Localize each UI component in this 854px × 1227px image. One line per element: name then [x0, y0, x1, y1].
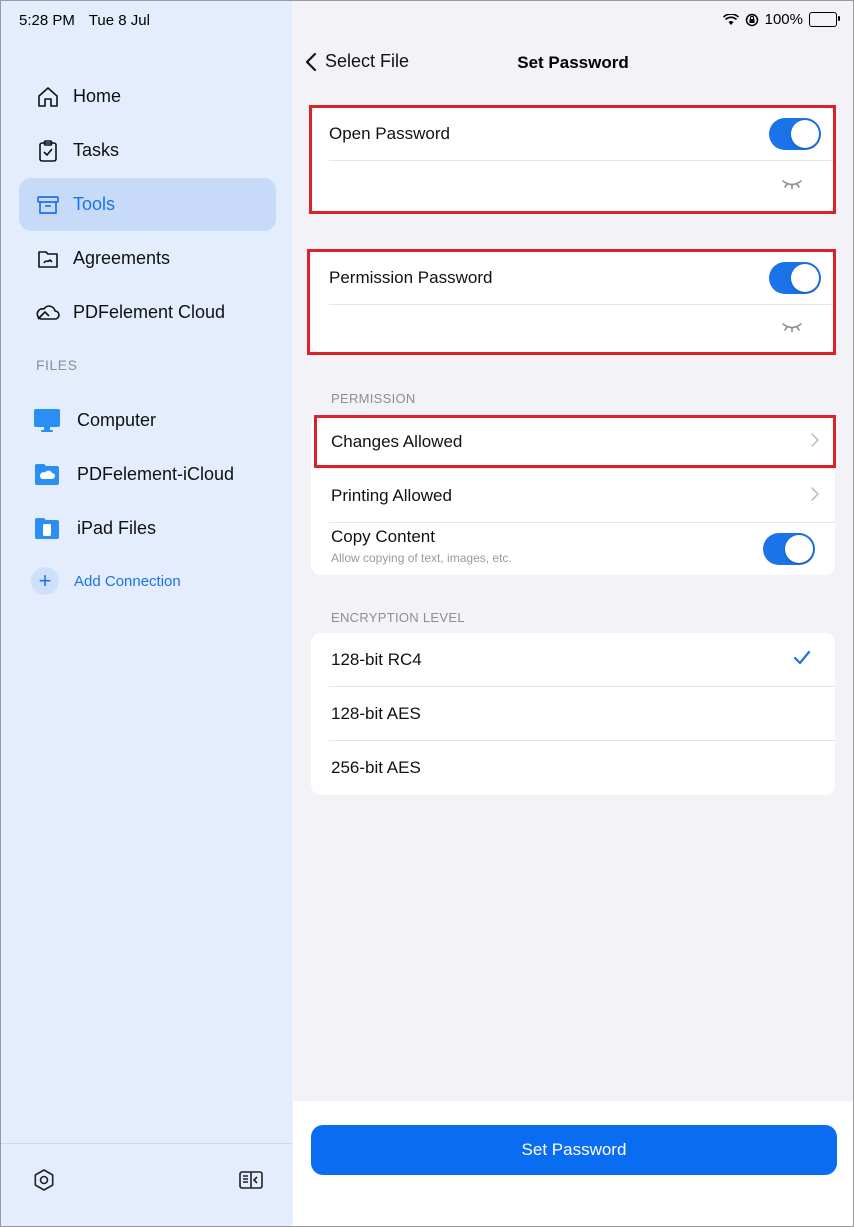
- sidebar: 5:28 PM Tue 8 Jul Home Tasks Tools Agree…: [1, 1, 292, 1226]
- encryption-option-row[interactable]: 128-bit RC4: [311, 633, 835, 687]
- permission-card: Changes Allowed Printing Allowed Copy Co…: [311, 415, 835, 575]
- status-bar-right: 100%: [722, 11, 840, 28]
- plus-icon: +: [31, 567, 59, 595]
- copy-content-row: Copy Content Allow copying of text, imag…: [311, 523, 835, 575]
- battery-percent: 100%: [764, 11, 803, 28]
- file-source-pdfelement-icloud[interactable]: PDFelement-iCloud: [19, 449, 276, 499]
- encryption-section-header: ENCRYPTION LEVEL: [331, 610, 465, 625]
- open-password-row: Open Password: [311, 107, 835, 161]
- file-source-computer[interactable]: Computer: [19, 395, 276, 445]
- battery-icon: [809, 12, 840, 27]
- status-time: 5:28 PM: [19, 12, 75, 29]
- file-source-label: PDFelement-iCloud: [77, 463, 235, 484]
- sidebar-divider: [1, 1143, 292, 1144]
- orientation-lock-icon: [745, 13, 758, 26]
- sidebar-item-tools[interactable]: Tools: [19, 178, 276, 231]
- file-source-label: Computer: [77, 409, 157, 430]
- permission-password-label: Permission Password: [329, 268, 493, 287]
- icloud-folder-icon: [33, 460, 61, 488]
- footer: Set Password: [293, 1101, 853, 1226]
- files-section-header: FILES: [36, 357, 78, 373]
- file-source-ipad-files[interactable]: iPad Files: [19, 503, 276, 553]
- tools-icon: [35, 192, 61, 218]
- copy-content-subtext: Allow copying of text, images, etc.: [331, 551, 512, 565]
- eye-closed-icon[interactable]: [781, 177, 803, 195]
- settings-icon[interactable]: [31, 1167, 57, 1193]
- encryption-card: 128-bit RC4 128-bit AES 256-bit AES: [311, 633, 835, 795]
- set-password-button[interactable]: Set Password: [311, 1125, 837, 1175]
- eye-closed-icon[interactable]: [781, 320, 803, 338]
- status-bar-left: 5:28 PM Tue 8 Jul: [19, 12, 160, 29]
- chevron-right-icon: [811, 432, 819, 452]
- checkmark-icon: [793, 650, 811, 671]
- encryption-option-row[interactable]: 256-bit AES: [311, 741, 835, 795]
- copy-content-toggle[interactable]: [763, 533, 815, 565]
- encryption-option-label: 256-bit AES: [331, 758, 421, 777]
- app-window: 5:28 PM Tue 8 Jul Home Tasks Tools Agree…: [0, 0, 854, 1227]
- encryption-option-label: 128-bit AES: [331, 704, 421, 723]
- chevron-right-icon: [811, 486, 819, 506]
- page-title: Set Password: [517, 53, 629, 72]
- open-password-label: Open Password: [329, 124, 450, 143]
- main-panel: 100% Select File Set Password Open Passw…: [293, 1, 853, 1226]
- permission-password-toggle[interactable]: [769, 262, 821, 294]
- ipad-files-icon: [33, 514, 61, 542]
- sidebar-item-home[interactable]: Home: [19, 70, 276, 123]
- permission-password-card: Permission Password: [311, 251, 835, 352]
- agreements-icon: [35, 246, 61, 272]
- printing-allowed-label: Printing Allowed: [331, 486, 452, 505]
- add-connection-button[interactable]: + Add Connection: [31, 567, 181, 595]
- permission-section-header: PERMISSION: [331, 391, 416, 406]
- open-password-toggle[interactable]: [769, 118, 821, 150]
- permission-password-row: Permission Password: [311, 251, 835, 305]
- open-password-input[interactable]: [311, 161, 835, 211]
- home-icon: [35, 84, 61, 110]
- sidebar-item-tasks[interactable]: Tasks: [19, 124, 276, 177]
- sidebar-item-pdfelement-cloud[interactable]: PDFelement Cloud: [19, 286, 276, 339]
- changes-allowed-row[interactable]: Changes Allowed: [311, 415, 835, 469]
- add-connection-label: Add Connection: [74, 572, 181, 590]
- printing-allowed-row[interactable]: Printing Allowed: [311, 469, 835, 523]
- copy-content-label: Copy Content: [331, 527, 435, 546]
- cloud-icon: [35, 300, 61, 326]
- open-password-card: Open Password: [311, 107, 835, 211]
- sidebar-item-label: Home: [73, 86, 122, 106]
- sidebar-item-label: PDFelement Cloud: [73, 302, 226, 322]
- tasks-icon: [35, 138, 61, 164]
- sidebar-item-label: Tasks: [73, 140, 120, 160]
- sidebar-item-label: Agreements: [73, 248, 171, 268]
- sidebar-toggle-icon[interactable]: [238, 1167, 264, 1193]
- encryption-option-label: 128-bit RC4: [331, 650, 422, 669]
- wifi-icon: [722, 13, 739, 25]
- encryption-option-row[interactable]: 128-bit AES: [311, 687, 835, 741]
- status-date: Tue 8 Jul: [88, 12, 150, 29]
- file-source-label: iPad Files: [77, 517, 157, 538]
- permission-password-input[interactable]: [311, 305, 835, 352]
- computer-icon: [33, 406, 61, 434]
- sidebar-item-agreements[interactable]: Agreements: [19, 232, 276, 285]
- changes-allowed-label: Changes Allowed: [331, 432, 463, 451]
- sidebar-item-label: Tools: [73, 194, 116, 214]
